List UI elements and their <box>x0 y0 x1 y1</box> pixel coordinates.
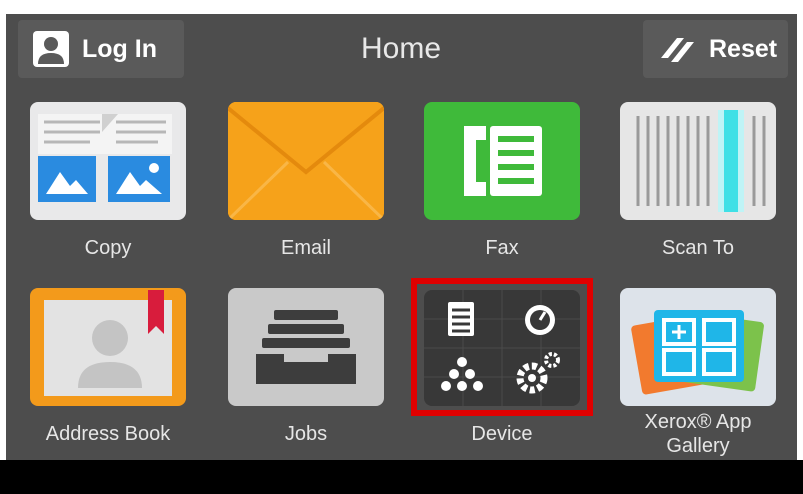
address-book-app-label: Address Book <box>45 423 171 445</box>
jobs-icon <box>256 310 356 384</box>
address-book-app-tile[interactable] <box>30 288 186 406</box>
fax-icon <box>464 126 542 196</box>
page-title: Home <box>360 32 442 65</box>
device-app-label: Device <box>471 423 533 445</box>
scan-to-app-label: Scan To <box>662 237 734 259</box>
email-app-tile[interactable] <box>228 102 384 220</box>
copy-app-label: Copy <box>84 237 132 259</box>
xerox-app-gallery-label: Xerox® App Gallery <box>603 410 793 458</box>
cropped-instruction-text <box>0 0 803 14</box>
device-icon <box>424 290 580 406</box>
address-book-icon <box>38 290 178 400</box>
control-panel-screen: Log In Home Reset Copy Email Fax Scan To… <box>6 14 797 486</box>
scan-to-app-tile[interactable] <box>620 102 776 220</box>
gallery-label-line2: Gallery <box>666 435 730 457</box>
email-app-label: Email <box>280 237 331 259</box>
copy-icon <box>38 114 172 202</box>
fax-app-label: Fax <box>485 237 519 259</box>
reset-icon <box>661 38 694 62</box>
jobs-app-label: Jobs <box>284 423 328 445</box>
reset-label: Reset <box>709 34 778 63</box>
app-gallery-icon <box>631 310 764 395</box>
email-icon <box>228 102 384 220</box>
jobs-app-tile[interactable] <box>228 288 384 406</box>
login-label: Log In <box>82 34 157 63</box>
copy-app-tile[interactable] <box>30 102 186 220</box>
user-icon <box>33 31 69 67</box>
bottom-bar <box>0 460 803 494</box>
login-button[interactable]: Log In <box>18 20 184 78</box>
gallery-label-line1: Xerox® App <box>644 411 752 433</box>
scan-icon <box>636 110 766 212</box>
xerox-app-gallery-tile[interactable] <box>620 288 776 406</box>
device-app-tile[interactable] <box>424 290 580 406</box>
header-bar: Log In Home Reset <box>6 14 797 82</box>
reset-button[interactable]: Reset <box>643 20 788 78</box>
fax-app-tile[interactable] <box>424 102 580 220</box>
